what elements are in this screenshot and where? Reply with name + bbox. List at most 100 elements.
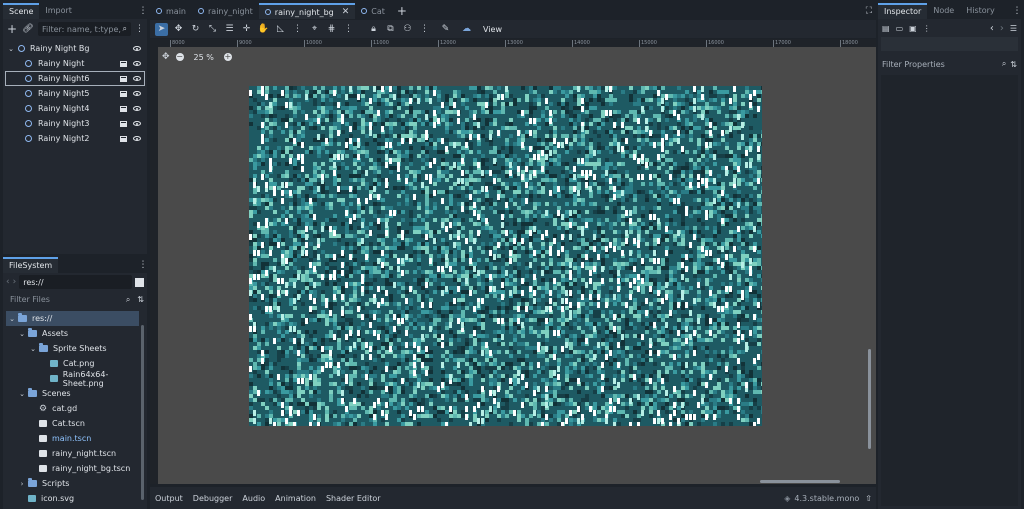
sort-icon[interactable]: ⇅	[137, 295, 144, 304]
tab-history[interactable]: History	[960, 3, 1000, 19]
add-tab-icon[interactable]: +	[397, 4, 407, 18]
bottom-tab[interactable]: Animation	[270, 494, 321, 503]
expand-panel-icon[interactable]: ⇧	[865, 494, 872, 503]
open-resource-icon[interactable]: ▭	[896, 24, 904, 33]
zoom-level[interactable]: 25 %	[190, 53, 218, 62]
fs-item[interactable]: Rain64x64-Sheet.png	[3, 370, 147, 388]
fullscreen-icon[interactable]: ⛶	[866, 6, 872, 16]
tab-scene[interactable]: Scene	[3, 3, 40, 19]
scene-tab[interactable]: main	[150, 3, 192, 19]
open-scene-icon[interactable]	[120, 75, 127, 82]
tab-import[interactable]: Import	[39, 3, 78, 19]
close-icon[interactable]: ✕	[342, 7, 350, 17]
list-select-icon[interactable]: ☰	[223, 23, 236, 36]
lock-icon[interactable]: 🔒︎	[367, 23, 380, 36]
scene-tree-item[interactable]: Rainy Night5	[5, 86, 145, 101]
history-forward-icon[interactable]: ›	[1000, 23, 1004, 34]
viewport-scrollbar-h[interactable]	[760, 480, 840, 483]
skeleton-icon[interactable]: ⚇	[401, 23, 414, 36]
visibility-eye-icon[interactable]	[133, 46, 141, 51]
sprite-icon[interactable]: ☁	[460, 23, 473, 36]
fs-scrollbar[interactable]	[141, 325, 144, 500]
scene-tab[interactable]: rainy_night_bg ✕	[258, 3, 356, 19]
zoom-out-icon[interactable]: −	[175, 53, 184, 61]
visibility-eye-icon[interactable]	[133, 106, 141, 111]
fs-item[interactable]: rainy_night.tscn	[3, 446, 147, 461]
center-view-icon[interactable]: ✥	[162, 52, 170, 62]
open-scene-icon[interactable]	[120, 120, 127, 127]
move-tool-icon[interactable]: ✥	[172, 23, 185, 36]
fs-item[interactable]: › Scripts	[3, 476, 147, 491]
save-resource-icon[interactable]: ▣	[909, 24, 917, 33]
view-menu-button[interactable]: View	[483, 25, 502, 34]
select-tool-icon[interactable]: ➤	[155, 22, 168, 36]
open-scene-icon[interactable]	[120, 90, 127, 97]
inspector-options-icon[interactable]: ⇅	[1010, 60, 1017, 69]
add-node-icon[interactable]: +	[6, 22, 18, 36]
history-back-icon[interactable]: ‹	[990, 23, 994, 34]
open-scene-icon[interactable]	[120, 60, 127, 67]
bottom-tab[interactable]: Debugger	[188, 494, 238, 503]
zoom-in-icon[interactable]: +	[223, 53, 232, 61]
scene-tree-item[interactable]: Rainy Night6	[5, 71, 145, 86]
scene-tree-item[interactable]: Rainy Night2	[5, 131, 145, 146]
scene-tree-item[interactable]: Rainy Night4	[5, 101, 145, 116]
menu-dots-icon[interactable]: ⋮	[139, 3, 148, 19]
bottom-tab[interactable]: Shader Editor	[321, 494, 386, 503]
rotate-tool-icon[interactable]: ↻	[189, 23, 202, 36]
scene-tree-item[interactable]: Rainy Night	[5, 56, 145, 71]
bottom-tab[interactable]: Output	[150, 494, 188, 503]
snap-icon[interactable]: ⌖	[308, 23, 321, 36]
bone-icon[interactable]: ✎	[439, 23, 452, 36]
resource-options-icon[interactable]: ⋮	[923, 24, 931, 33]
visibility-eye-icon[interactable]	[133, 121, 141, 126]
split-view-icon[interactable]	[135, 277, 144, 287]
chevron-down-icon[interactable]: ⌄	[18, 390, 26, 398]
forward-arrow-icon[interactable]: ›	[13, 277, 17, 287]
filter-properties-placeholder[interactable]: Filter Properties	[882, 60, 998, 69]
scene-tree-item[interactable]: Rainy Night3	[5, 116, 145, 131]
scene-tree-root[interactable]: ⌄ Rainy Night Bg	[3, 41, 147, 56]
chevron-down-icon[interactable]: ›	[18, 480, 26, 488]
fs-item[interactable]: icon.svg	[3, 491, 147, 506]
fs-path-input[interactable]: res://	[19, 275, 132, 289]
tab-inspector[interactable]: Inspector	[878, 3, 928, 19]
fs-item[interactable]: ⚙ cat.gd	[3, 401, 147, 416]
fs-item[interactable]: ⌄ Sprite Sheets	[3, 341, 147, 356]
chevron-down-icon[interactable]: ⌄	[8, 315, 16, 323]
scene-tab[interactable]: Cat	[355, 3, 391, 19]
fs-filter-input[interactable]: Filter Files ⌕	[6, 293, 134, 307]
visibility-eye-icon[interactable]	[133, 136, 141, 141]
object-history-icon[interactable]: ☰	[1010, 24, 1017, 33]
chevron-down-icon[interactable]: ⌄	[7, 45, 15, 53]
rain-background-sprite[interactable]	[249, 86, 765, 428]
grid-snap-icon[interactable]: ⋕	[325, 23, 338, 36]
scene-tab[interactable]: rainy_night	[192, 3, 259, 19]
fs-item[interactable]: ⌄ Scenes	[3, 386, 147, 401]
visibility-eye-icon[interactable]	[133, 76, 141, 81]
pan-tool-icon[interactable]: ✋	[257, 23, 270, 36]
ruler-tool-icon[interactable]: ◺	[274, 23, 287, 36]
fs-item[interactable]: main.tscn	[3, 431, 147, 446]
open-scene-icon[interactable]	[120, 105, 127, 112]
visibility-eye-icon[interactable]	[133, 61, 141, 66]
snap-options-icon[interactable]: ⋮	[342, 23, 355, 36]
fs-item[interactable]: rainy_night_bg.tscn	[3, 461, 147, 476]
fs-menu-dots-icon[interactable]: ⋮	[139, 257, 148, 273]
open-scene-icon[interactable]	[120, 135, 127, 142]
chevron-down-icon[interactable]: ⌄	[18, 330, 26, 338]
scene-filter-input[interactable]: Filter: name, t:type, ⌕	[38, 22, 131, 36]
chevron-down-icon[interactable]: ⌄	[29, 345, 37, 353]
more-tools-icon[interactable]: ⋮	[291, 23, 304, 36]
pivot-tool-icon[interactable]: ✛	[240, 23, 253, 36]
tab-node[interactable]: Node	[927, 3, 960, 19]
viewport-scrollbar-v[interactable]	[868, 349, 871, 449]
new-resource-icon[interactable]: ▤	[882, 24, 890, 33]
back-arrow-icon[interactable]: ‹	[6, 277, 10, 287]
fs-item[interactable]: ⌄ Assets	[3, 326, 147, 341]
group-icon[interactable]: ⧉	[384, 23, 397, 36]
canvas-viewport[interactable]: 8000 9000 10000 11000 12000 13000 14000 15000 16…	[150, 39, 876, 484]
scale-tool-icon[interactable]: ⤡	[206, 23, 219, 36]
visibility-eye-icon[interactable]	[133, 91, 141, 96]
inspector-menu-icon[interactable]: ⋮	[1013, 3, 1022, 19]
